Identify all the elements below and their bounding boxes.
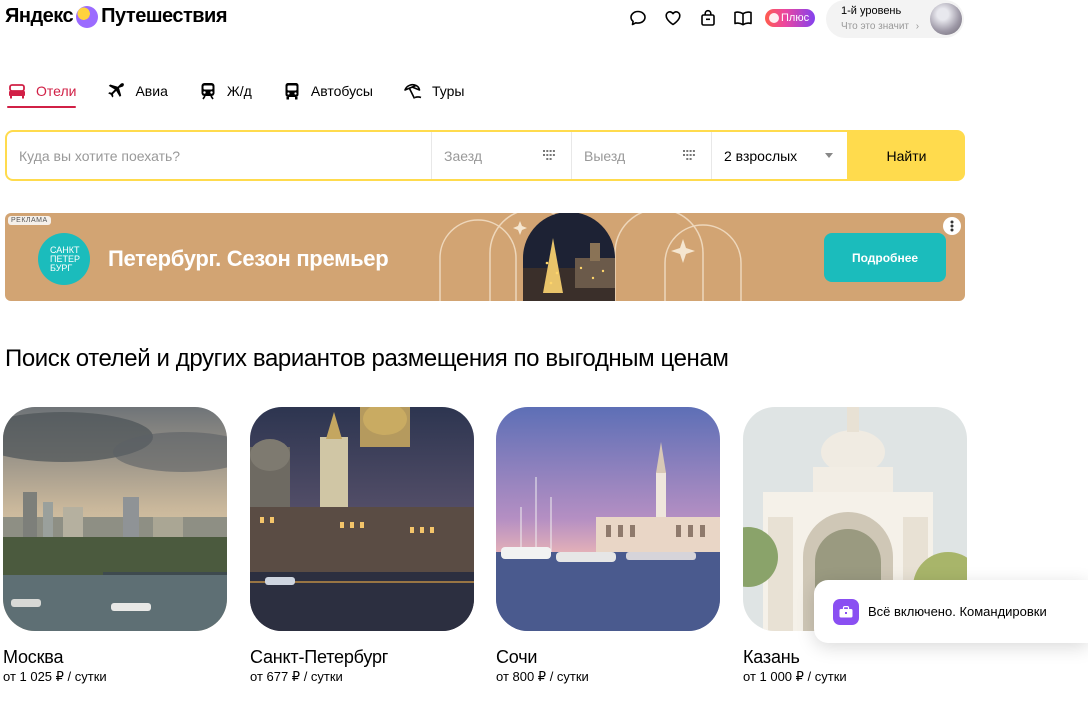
user-level[interactable]: 1-й уровень Что это значит › — [826, 0, 964, 38]
ad-banner[interactable]: РЕКЛАМА САНКТ ПЕТЕР БУРГ Петербург. Сезо… — [5, 213, 965, 301]
logo-travel: Путешествия — [101, 5, 228, 27]
guests-value: 2 взрослых — [724, 147, 798, 164]
city-card-moscow[interactable]: Москва от 1 025 ₽ / сутки — [3, 407, 227, 684]
chat-icon[interactable] — [628, 8, 648, 28]
checkout-field[interactable]: Выезд — [572, 132, 712, 179]
bed-icon — [7, 81, 27, 101]
calendar-icon — [683, 150, 695, 160]
search-form: Куда вы хотите поехать? Заезд Выезд 2 вз… — [5, 130, 965, 181]
tab-label: Ж/д — [226, 83, 252, 99]
city-price: от 1 000 ₽ / сутки — [743, 669, 847, 684]
business-trips-popup[interactable]: Всё включено. Командировки — [814, 580, 1088, 643]
city-image — [496, 407, 720, 631]
chevron-right-icon: › — [915, 21, 920, 32]
ad-label: РЕКЛАМА — [8, 216, 51, 225]
tab-bus[interactable]: Автобусы — [282, 76, 373, 106]
popup-text: Всё включено. Командировки — [868, 604, 1047, 619]
heart-icon[interactable] — [663, 8, 683, 28]
header: Яндекс Путешествия Плюс 1-й уровень Что … — [0, 0, 1088, 40]
search-fields: Куда вы хотите поехать? Заезд Выезд 2 вз… — [7, 132, 847, 179]
level-sub-text: Что это значит — [841, 21, 909, 32]
city-name: Сочи — [496, 647, 538, 667]
city-image — [250, 407, 474, 631]
tab-label: Авиа — [135, 83, 168, 99]
destination-input[interactable]: Куда вы хотите поехать? — [7, 132, 432, 179]
chevron-down-icon — [825, 153, 833, 158]
tab-tours[interactable]: Туры — [403, 76, 464, 106]
calendar-icon — [543, 150, 555, 160]
banner-title: Петербург. Сезон премьер — [108, 246, 389, 271]
plane-icon — [106, 81, 126, 101]
briefcase-icon — [833, 598, 859, 625]
page-title: Поиск отелей и других вариантов размещен… — [5, 345, 729, 372]
book-icon[interactable] — [733, 8, 753, 28]
tab-label: Автобусы — [310, 83, 373, 99]
spb-logo-text: САНКТ ПЕТЕР БУРГ — [50, 244, 80, 273]
beach-umbrella-icon — [403, 81, 423, 101]
spb-logo: САНКТ ПЕТЕР БУРГ — [38, 233, 90, 285]
level-subtitle: Что это значит › — [841, 21, 919, 32]
guests-select[interactable]: 2 взрослых — [712, 132, 847, 179]
checkin-placeholder: Заезд — [444, 147, 483, 164]
city-price: от 800 ₽ / сутки — [496, 669, 589, 684]
destination-placeholder: Куда вы хотите поехать? — [19, 147, 181, 164]
banner-more-button[interactable]: Подробнее — [824, 233, 946, 282]
logo-yandex: Яндекс — [5, 5, 74, 27]
banner-illustration — [439, 213, 742, 301]
tab-train[interactable]: Ж/д — [198, 76, 252, 106]
find-button[interactable]: Найти — [848, 130, 965, 181]
city-name: Санкт-Петербург — [250, 647, 389, 667]
city-price: от 1 025 ₽ / сутки — [3, 669, 107, 684]
city-card-spb[interactable]: Санкт-Петербург от 677 ₽ / сутки — [250, 407, 474, 684]
tab-label: Отели — [36, 83, 77, 99]
transport-tabs: Отели Авиа Ж/д Автобусы Туры — [7, 76, 494, 108]
tab-hotels[interactable]: Отели — [7, 76, 77, 108]
avatar[interactable] — [930, 3, 962, 35]
bag-icon[interactable] — [698, 8, 718, 28]
checkout-placeholder: Выезд — [584, 147, 626, 164]
tab-label: Туры — [431, 83, 465, 99]
header-actions: Плюс — [628, 8, 816, 28]
plus-icon — [769, 13, 779, 23]
more-vertical-icon[interactable] — [943, 217, 961, 235]
city-name: Москва — [3, 647, 64, 667]
bus-icon — [282, 81, 302, 101]
city-price: от 677 ₽ / сутки — [250, 669, 343, 684]
plus-label: Плюс — [781, 12, 810, 24]
city-name: Казань — [743, 647, 800, 667]
tab-avia[interactable]: Авиа — [106, 76, 168, 106]
train-icon — [198, 81, 218, 101]
level-title: 1-й уровень — [841, 5, 902, 17]
city-card-sochi[interactable]: Сочи от 800 ₽ / сутки — [496, 407, 720, 684]
globe-icon — [76, 5, 99, 28]
logo[interactable]: Яндекс Путешествия — [5, 5, 228, 28]
plus-badge[interactable]: Плюс — [765, 9, 816, 27]
city-image — [3, 407, 227, 631]
checkin-field[interactable]: Заезд — [432, 132, 572, 179]
